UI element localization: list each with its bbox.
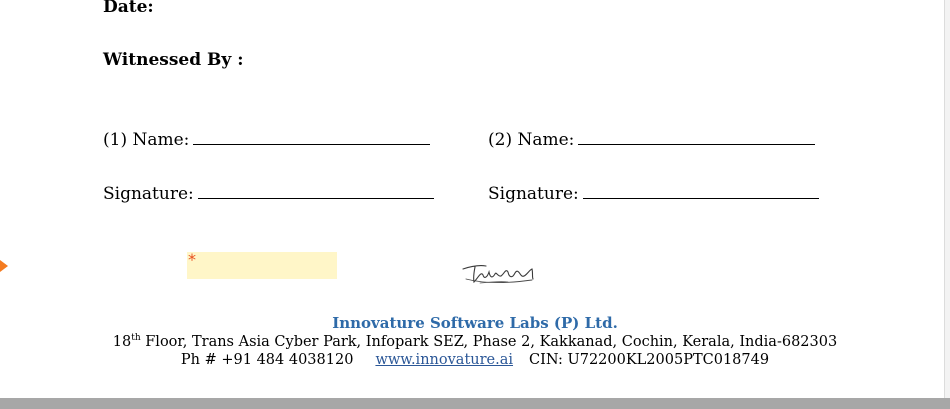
address-floor-suffix: th (131, 333, 141, 343)
witness2-signature-line (582, 184, 819, 199)
cin-number: CIN: U72200KL2005PTC018749 (529, 352, 770, 368)
witnessed-by-heading: Witnessed By : (103, 50, 244, 70)
company-name: Innovature Software Labs (P) Ltd. (332, 314, 618, 332)
signature-input-field[interactable]: * (187, 250, 337, 279)
witness2-name-line (578, 130, 816, 145)
phone-number: Ph # +91 484 4038120 (180, 352, 354, 368)
address-floor-number: 18 (112, 333, 132, 350)
date-label: Date: (103, 0, 154, 17)
witness2-name-row: (2) Name: (488, 130, 816, 150)
website-link[interactable]: www.innovature.ai (375, 352, 513, 368)
witness1-signature-line (197, 184, 434, 199)
required-marker: * (188, 250, 196, 269)
witness2-name-label: (2) Name: (488, 130, 575, 150)
company-address: 18th Floor, Trans Asia Cyber Park, Infop… (0, 333, 950, 350)
witness2-signature-label: Signature: (488, 184, 579, 204)
witness1-name-label: (1) Name: (103, 130, 190, 150)
handwritten-signature-image (462, 265, 534, 284)
witness1-signature-label: Signature: (103, 184, 194, 204)
next-field-arrow-icon[interactable] (0, 257, 8, 275)
page-bottom-border (0, 398, 950, 409)
address-text: Floor, Trans Asia Cyber Park, Infopark S… (140, 333, 838, 350)
witness2-signature-row: Signature: (488, 184, 819, 204)
witness1-name-line (193, 130, 431, 145)
witness1-signature-row: Signature: (103, 184, 434, 204)
company-contact: Ph # +91 484 4038120 www.innovature.ai CIN… (0, 352, 950, 368)
witness1-name-row: (1) Name: (103, 130, 431, 150)
